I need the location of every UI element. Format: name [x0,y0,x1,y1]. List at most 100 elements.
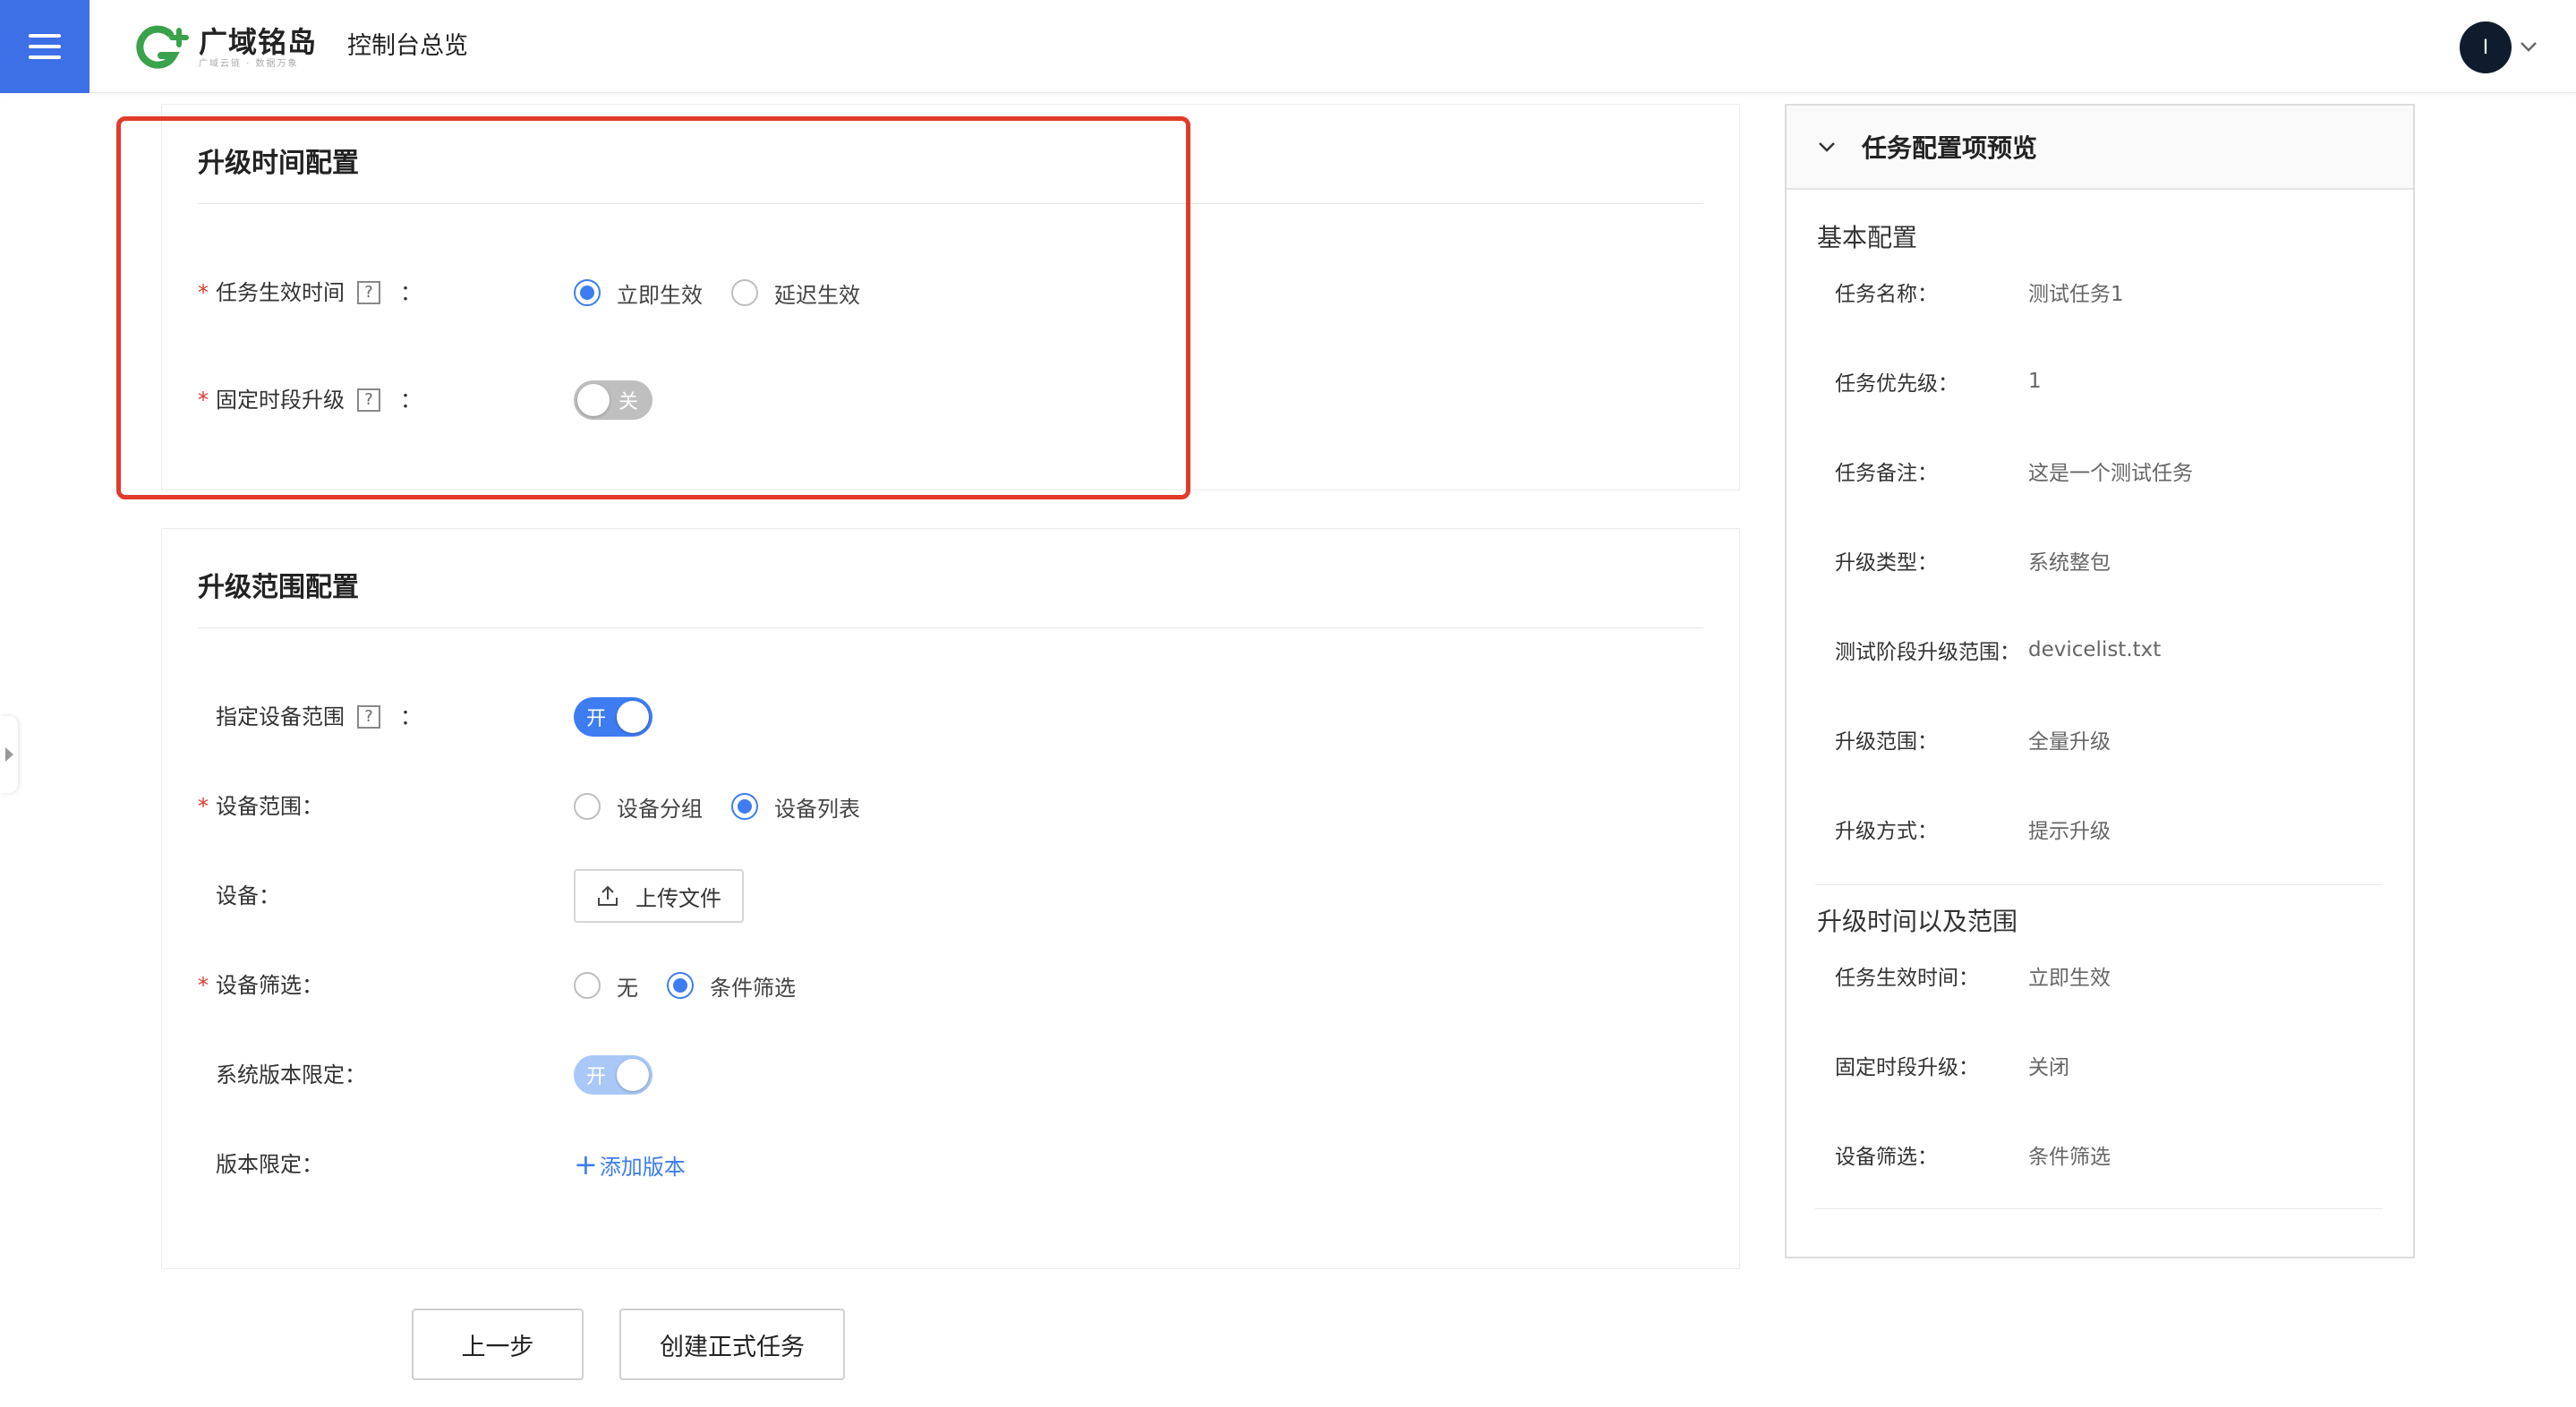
radio-device-group[interactable]: 设备分组 [574,791,703,823]
preview-key: 升级方式： [1835,820,1938,843]
radio-unchecked-icon [731,279,758,306]
radio-unchecked-icon [574,793,601,820]
help-icon[interactable]: ? [357,388,380,412]
upload-label: 上传文件 [635,885,721,911]
radio-label: 立即生效 [617,282,703,308]
label-colon: ： [400,280,422,305]
preview-key: 设备筛选： [1835,1146,1938,1169]
preview-value: 1 [2028,370,2042,393]
task-config-preview-panel: 任务配置项预览 基本配置 任务名称： 测试任务1 任务优先级： 1 任务备注： … [1785,104,2415,1258]
section-title: 升级时间配置 [198,148,359,179]
radio-label: 设备列表 [774,796,860,822]
preview-value: 立即生效 [2028,967,2111,990]
device-scope-row: 指定设备范围 ? ： 开 [198,697,1702,737]
version-limit-row: 版本限定： + 添加版本 [198,1145,1702,1184]
divider [1815,884,2383,885]
top-bar: 广域铭岛 广域云链 · 数据万象 控制台总览 I [0,0,2576,93]
fixed-period-label: 固定时段升级 [216,388,345,413]
preview-row: 任务备注： 这是一个测试任务 [1835,455,2193,487]
preview-header[interactable]: 任务配置项预览 [1787,106,2413,190]
brand-name: 广域铭岛 [199,25,318,59]
preview-title: 任务配置项预览 [1862,133,2038,163]
help-icon[interactable]: ? [357,281,380,304]
radio-label: 设备分组 [617,796,703,822]
chevron-down-icon [1819,142,1835,152]
chevron-down-icon[interactable] [2519,39,2538,54]
preview-row: 测试阶段升级范围： devicelist.txt [1835,634,2161,666]
sys-version-switch: 开 [574,1055,653,1095]
sys-version-row: 系统版本限定： 开 [198,1055,1702,1095]
user-avatar[interactable]: I [2460,21,2512,73]
radio-filter-none[interactable]: 无 [574,970,638,1002]
preview-value: devicelist.txt [2028,638,2162,661]
preview-row: 任务生效时间： 立即生效 [1835,959,2111,992]
preview-value: 全量升级 [2028,730,2111,754]
upgrade-scope-config-card: 升级范围配置 指定设备范围 ? ： 开 * 设备范围： 设备分组 设备列表 设备… [161,528,1740,1269]
effective-time-row: * 任务生效时间 ? ： 立即生效 延迟生效 [198,273,1702,312]
radio-immediate[interactable]: 立即生效 [574,277,703,309]
brand-subtitle: 广域云链 · 数据万象 [199,59,299,69]
divider [198,627,1703,628]
preview-row: 升级方式： 提示升级 [1835,813,2111,845]
preview-value: 这是一个测试任务 [2028,462,2193,485]
preview-value: 测试任务1 [2028,283,2124,306]
switch-text: 关 [618,391,639,414]
menu-toggle-button[interactable] [0,0,90,93]
basic-config-title: 基本配置 [1817,223,1918,252]
preview-row: 升级类型： 系统整包 [1835,544,2111,576]
section-title: 升级范围配置 [198,572,359,603]
hamburger-icon [29,34,61,59]
device-scope-label: 指定设备范围 [216,704,345,729]
upgrade-time-config-card: 升级时间配置 * 任务生效时间 ? ： 立即生效 延迟生效 * 固定时段升级 ?… [161,104,1740,490]
sidebar-expand-handle[interactable] [0,716,18,793]
device-scope-switch[interactable]: 开 [574,697,653,737]
sys-version-label: 系统版本限定： [216,1062,366,1087]
preview-row: 升级范围： 全量升级 [1835,723,2111,755]
preview-key: 任务备注： [1835,462,1938,485]
radio-delayed[interactable]: 延迟生效 [731,277,860,309]
add-version-label: 添加版本 [599,1154,686,1180]
time-range-title: 升级时间以及范围 [1817,907,2018,936]
console-overview-link[interactable]: 控制台总览 [347,30,468,63]
preview-key: 升级范围： [1835,730,1938,754]
switch-knob [577,384,610,416]
radio-label: 条件筛选 [710,975,796,1001]
fixed-period-switch[interactable]: 关 [574,380,653,420]
switch-text: 开 [586,1066,607,1088]
preview-value: 提示升级 [2028,820,2111,843]
label-colon: ： [400,388,422,413]
radio-checked-icon [574,279,601,306]
preview-row: 任务优先级： 1 [1835,365,2042,397]
device-filter-row: * 设备筛选： 无 条件筛选 [198,966,1702,1005]
radio-checked-icon [667,972,694,999]
help-icon[interactable]: ? [357,705,380,729]
prev-step-button[interactable]: 上一步 [412,1309,584,1380]
radio-unchecked-icon [574,972,601,999]
create-task-button[interactable]: 创建正式任务 [619,1309,845,1380]
radio-filter-condition[interactable]: 条件筛选 [667,970,796,1002]
add-version-link[interactable]: + 添加版本 [574,1149,686,1181]
preview-row: 固定时段升级： 关闭 [1835,1049,2069,1081]
filter-label: 设备筛选： [216,973,323,998]
preview-value: 关闭 [2028,1056,2069,1079]
required-mark: * [198,794,209,819]
version-limit-label: 版本限定： [216,1152,323,1177]
preview-row: 设备筛选： 条件筛选 [1835,1138,2111,1171]
caret-right-icon [4,747,13,762]
required-mark: * [198,280,209,305]
divider [198,203,1703,204]
label-colon: ： [400,704,422,729]
radio-checked-icon [731,793,758,820]
device-range-label: 设备范围： [216,794,323,819]
device-label: 设备： [216,883,280,908]
switch-text: 开 [586,708,607,730]
upload-file-button[interactable]: 上传文件 [574,869,744,923]
device-upload-row: 设备： 上传文件 [198,869,1702,923]
divider [1815,1208,2383,1209]
device-range-row: * 设备范围： 设备分组 设备列表 [198,787,1702,826]
preview-key: 任务优先级： [1835,372,1958,396]
brand-logo[interactable]: 广域铭岛 广域云链 · 数据万象 [134,23,317,73]
radio-device-list[interactable]: 设备列表 [731,791,860,823]
required-mark: * [198,388,209,413]
fixed-period-row: * 固定时段升级 ? ： 关 [198,380,1702,420]
